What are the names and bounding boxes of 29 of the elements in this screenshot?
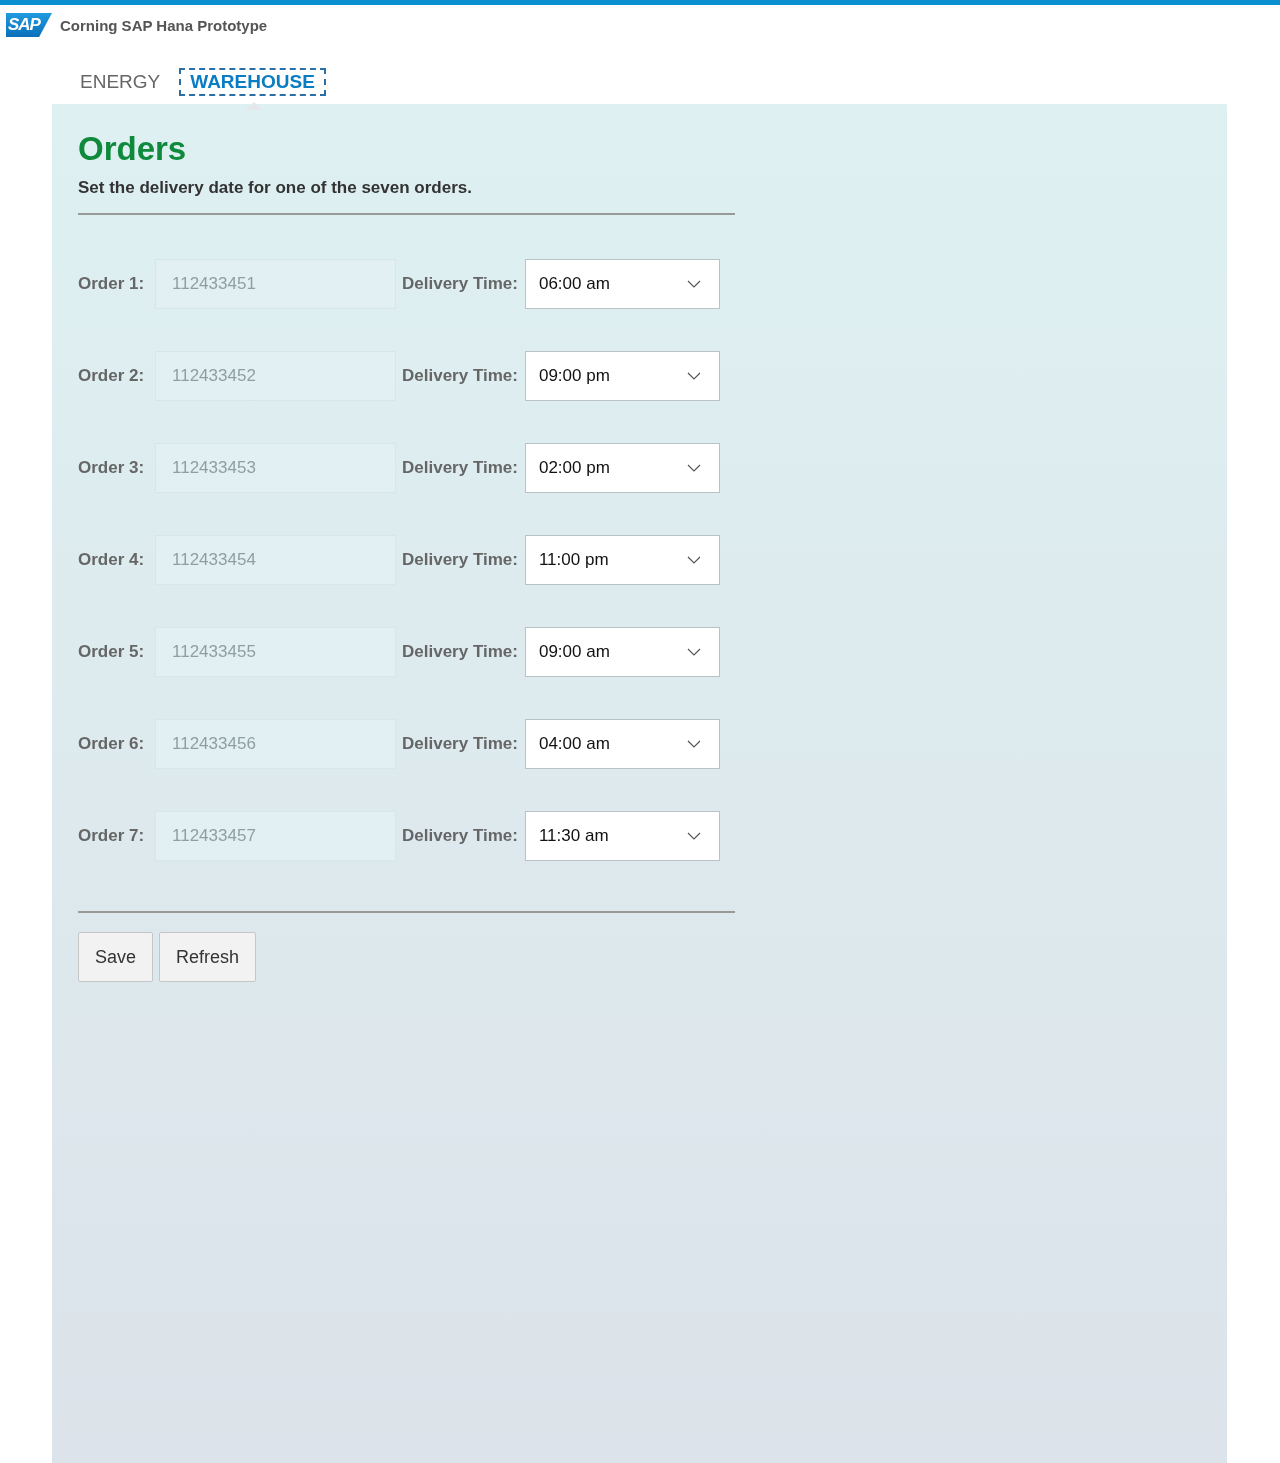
order-label: Order 2:: [78, 366, 146, 386]
delivery-time-label: Delivery Time:: [402, 734, 518, 754]
order-label: Order 3:: [78, 458, 146, 478]
page-title: Orders: [78, 130, 188, 168]
delivery-time-label: Delivery Time:: [402, 366, 518, 386]
chevron-down-icon: [686, 648, 701, 656]
order-label: Order 1:: [78, 274, 146, 294]
chevron-down-icon: [686, 556, 701, 564]
instructions-text: Set the delivery date for one of the seven orders.: [78, 178, 473, 198]
order-label: Order 7:: [78, 826, 146, 846]
order-label: Order 5:: [78, 642, 146, 662]
refresh-button[interactable]: Refresh: [159, 932, 257, 982]
delivery-time-label: Delivery Time:: [402, 274, 518, 294]
delivery-time-label: Delivery Time:: [402, 550, 518, 570]
chevron-down-icon: [686, 464, 701, 472]
chevron-down-icon: [686, 832, 701, 840]
chevron-down-icon: [686, 280, 701, 288]
tab[interactable]: WAREHOUSE: [179, 68, 326, 96]
chevron-down-icon: [686, 372, 701, 380]
delivery-time-label: Delivery Time:: [402, 826, 518, 846]
chevron-down-icon: [686, 740, 701, 748]
delivery-time-label: Delivery Time:: [402, 642, 518, 662]
tab[interactable]: ENERGY: [79, 68, 162, 96]
order-label: Order 4:: [78, 550, 146, 570]
save-button[interactable]: Save: [78, 932, 154, 982]
app-title: Corning SAP Hana Prototype: [59, 16, 268, 34]
order-label: Order 6:: [78, 734, 146, 754]
sap-logo: SAP: [6, 13, 52, 37]
delivery-time-label: Delivery Time:: [402, 458, 518, 478]
